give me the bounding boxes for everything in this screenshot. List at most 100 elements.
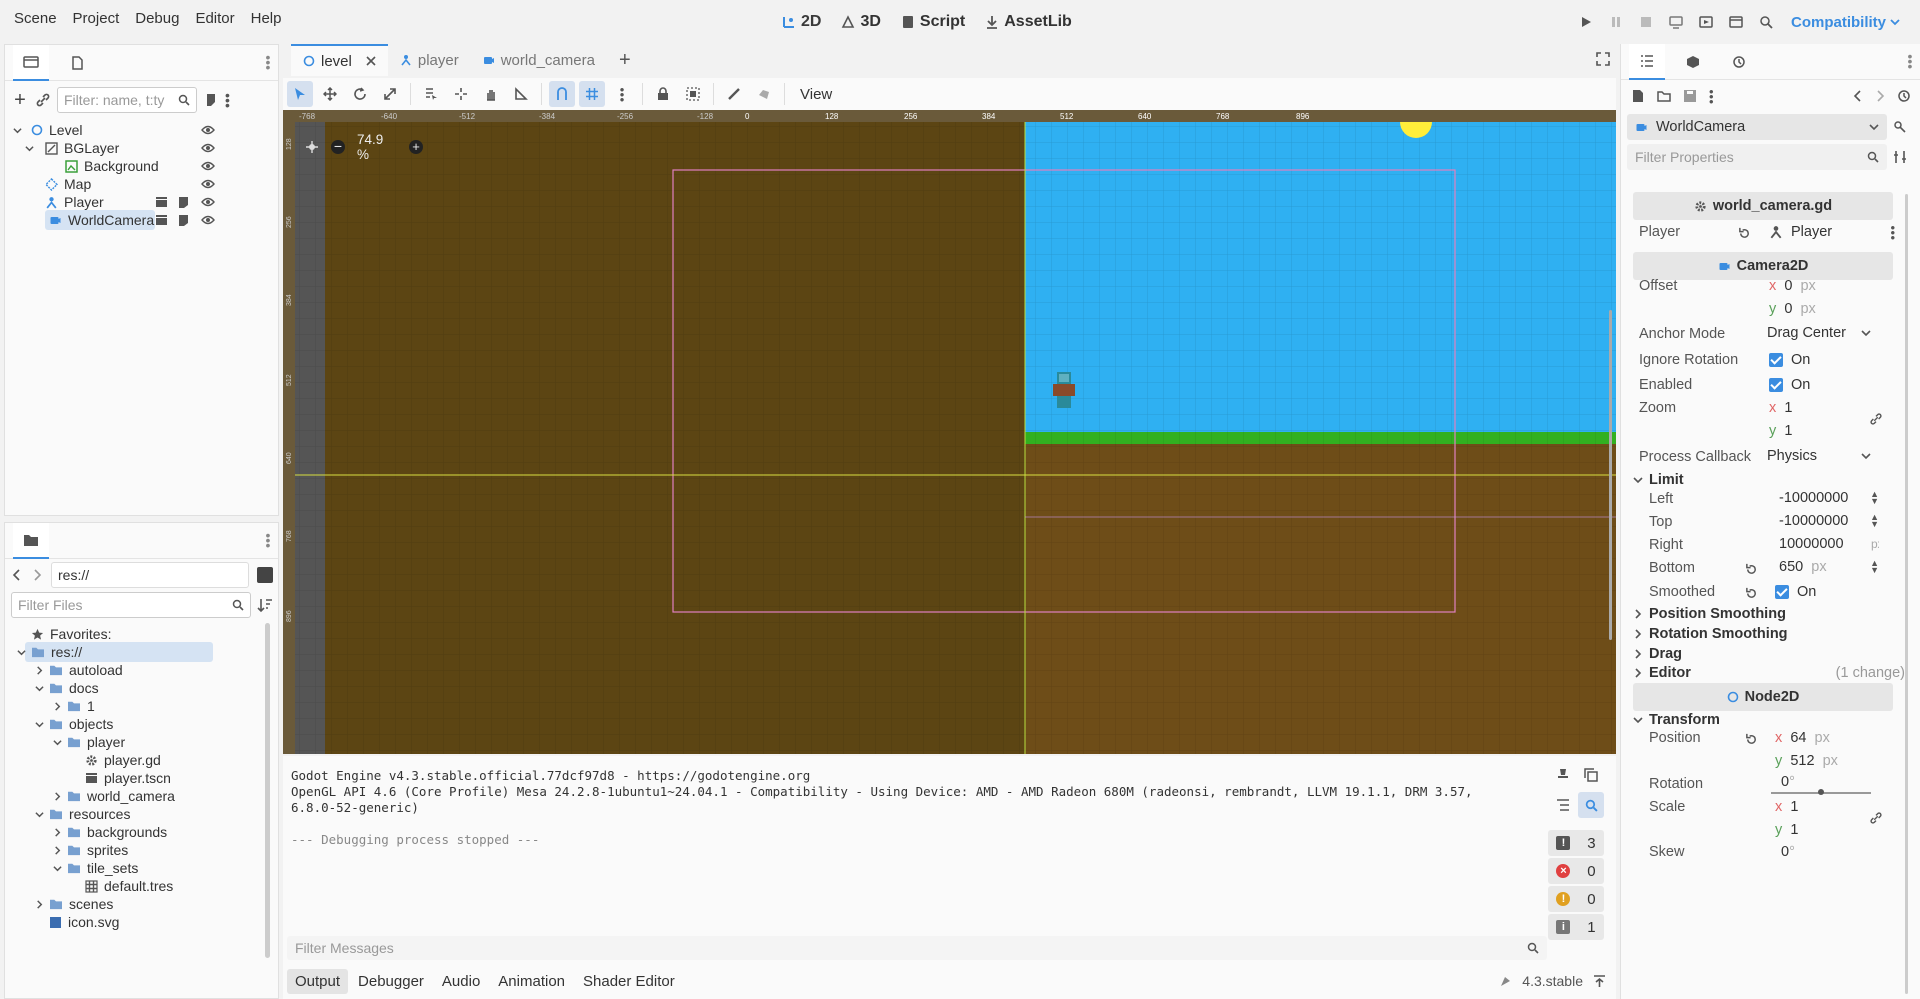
revert-icon[interactable] [1738,227,1751,240]
workspace-script-button[interactable]: Script [893,13,973,31]
menu-help[interactable]: Help [243,10,290,27]
scale-y-field[interactable]: y 1 [1775,822,1798,838]
chevron-right-icon[interactable] [35,899,44,909]
rotation-slider[interactable]: 0° [1771,774,1871,798]
zoom-y-field[interactable]: y 1 [1769,423,1792,439]
play-scene-icon[interactable] [1697,13,1715,31]
dock-menu-icon[interactable]: • • • [1906,49,1914,73]
limit-top-field[interactable]: -10000000 ▲ ▼ [1765,509,1883,533]
tab-import[interactable] [59,45,95,81]
offset-y-field[interactable]: y 0 px [1769,301,1816,317]
chevron-right-icon[interactable] [35,665,44,675]
anchor-mode-select[interactable]: Drag Center [1761,320,1877,346]
search-toggle-button[interactable] [1578,792,1604,818]
pan-mode-icon[interactable] [478,81,504,107]
pivot-mode-icon[interactable] [448,81,474,107]
ignore-rotation-checkbox[interactable]: On [1769,352,1810,368]
play-custom-scene-icon[interactable] [1727,13,1745,31]
expand-panel-icon[interactable] [1593,974,1606,988]
drag-group[interactable]: Drag [1633,646,1682,662]
spinner-icon[interactable]: ▲ ▼ [1870,490,1879,506]
filter-files-input[interactable]: Filter Files [11,592,251,618]
limit-bottom-field[interactable]: 650 px ▲ ▼ [1765,555,1883,579]
pause-icon[interactable] [1607,13,1625,31]
movie-maker-icon[interactable] [1757,13,1775,31]
tab-filesystem[interactable] [13,522,49,559]
remote-debug-icon[interactable] [1667,13,1685,31]
errors-filter-button[interactable]: × 0 [1548,858,1604,884]
node-selector[interactable]: WorldCamera [1627,114,1887,140]
property-options-icon[interactable] [1893,150,1907,164]
fullscreen-icon[interactable] [1596,52,1610,66]
menu-editor[interactable]: Editor [187,10,242,27]
resource-menu-icon[interactable]: • • • [1709,85,1714,108]
limit-left-field[interactable]: -10000000 ▲ ▼ [1765,486,1883,510]
back-icon[interactable] [11,569,23,581]
limit-group[interactable]: Limit [1633,472,1684,488]
tab-output[interactable]: Output [287,968,349,994]
zoom-level[interactable]: 74.9 % [357,132,397,162]
file-item[interactable]: icon.svg [5,911,267,933]
new-resource-icon[interactable] [1631,89,1645,103]
process-callback-select[interactable]: Physics [1761,443,1877,469]
smoothed-checkbox[interactable]: On [1775,584,1816,600]
sort-icon[interactable] [257,597,273,613]
filter-messages-input[interactable]: Filter Messages [287,936,1547,960]
chevron-right-icon[interactable] [53,791,62,801]
add-scene-tab-button[interactable]: + [607,44,643,76]
scene-tab-world-camera[interactable]: world_camera [471,44,607,76]
save-resource-icon[interactable] [1683,89,1697,103]
warnings-filter-button[interactable]: ! 0 [1548,886,1604,912]
history-back-icon[interactable] [1853,90,1863,102]
chevron-down-icon[interactable] [35,810,44,819]
link-icon[interactable] [1869,811,1883,825]
link-icon[interactable] [35,92,51,108]
script-icon[interactable] [178,214,189,227]
position-x-field[interactable]: x 64 px [1775,730,1830,746]
spinner-icon[interactable]: ▲ ▼ [1870,513,1879,529]
grid-snap-icon[interactable] [579,81,605,107]
tab-shader-editor[interactable]: Shader Editor [575,969,683,994]
node2d-section[interactable]: Node2D [1633,683,1893,711]
smart-snap-icon[interactable] [549,81,575,107]
skew-field[interactable]: 0° [1781,844,1795,860]
eye-icon[interactable] [201,179,215,189]
renderer-selector[interactable]: Compatibility [1787,14,1900,31]
script-icon[interactable] [178,196,189,209]
chevron-right-icon[interactable] [53,827,62,837]
node-docs-icon[interactable] [1893,120,1907,134]
position-y-field[interactable]: y 512 px [1775,753,1838,769]
ruler-mode-icon[interactable] [508,81,534,107]
revert-icon[interactable] [1745,733,1758,746]
zoom-in-button[interactable]: + [409,140,423,154]
link-icon[interactable] [1869,412,1883,426]
enabled-checkbox[interactable]: On [1769,377,1810,393]
clear-log-icon[interactable] [1556,768,1570,782]
clapper-icon[interactable] [155,214,168,226]
player-node-field[interactable]: Player • • • [1761,218,1895,246]
chevron-down-icon[interactable] [35,684,44,693]
chevron-down-icon[interactable] [35,720,44,729]
camera2d-section[interactable]: Camera2D [1633,252,1893,280]
script-section[interactable]: world_camera.gd [1633,192,1893,220]
revert-icon[interactable] [1745,587,1758,600]
position-smoothing-group[interactable]: Position Smoothing [1633,606,1786,622]
dock-menu-icon[interactable]: • • • [264,528,272,552]
tab-animation[interactable]: Animation [490,969,573,994]
chevron-down-icon[interactable] [53,738,62,747]
scene-filter-input[interactable]: Filter: name, t:ty [57,87,197,113]
zoom-x-field[interactable]: x 1 [1769,400,1792,416]
group-icon[interactable] [680,81,706,107]
revert-icon[interactable] [1745,563,1758,576]
tab-inspector[interactable] [1629,43,1665,80]
limit-right-field[interactable]: 10000000px [1765,532,1883,556]
script-attach-icon[interactable] [203,92,219,108]
workspace-assetlib-button[interactable]: AssetLib [977,13,1080,31]
rotate-mode-icon[interactable] [347,81,373,107]
polygon-icon[interactable] [751,81,777,107]
menu-debug[interactable]: Debug [127,10,187,27]
copy-icon[interactable] [1584,768,1598,782]
eye-icon[interactable] [201,125,215,135]
workspace-3d-button[interactable]: 3D [833,13,888,31]
chevron-down-icon[interactable] [17,648,26,657]
